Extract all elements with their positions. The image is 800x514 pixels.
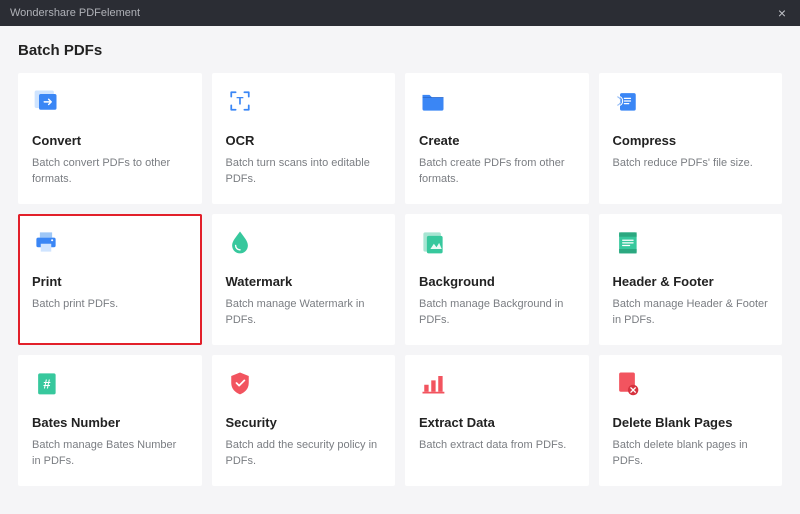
card-title: Convert <box>32 133 188 148</box>
page-title: Batch PDFs <box>18 42 782 59</box>
folder-icon <box>419 87 575 119</box>
droplet-icon <box>226 228 382 260</box>
bates-icon: # <box>32 369 188 401</box>
card-desc: Batch manage Watermark in PDFs. <box>226 297 382 329</box>
page-body: Batch PDFs Convert Batch convert PDFs to… <box>0 26 800 502</box>
titlebar: Wondershare PDFelement × <box>0 0 800 26</box>
header-footer-icon <box>613 228 769 260</box>
card-desc: Batch convert PDFs to other formats. <box>32 156 188 188</box>
card-desc: Batch delete blank pages in PDFs. <box>613 438 769 470</box>
svg-text:T: T <box>236 96 243 108</box>
card-header-footer[interactable]: Header & Footer Batch manage Header & Fo… <box>599 214 783 345</box>
card-desc: Batch manage Header & Footer in PDFs. <box>613 297 769 329</box>
card-convert[interactable]: Convert Batch convert PDFs to other form… <box>18 73 202 204</box>
batch-options-grid: Convert Batch convert PDFs to other form… <box>18 73 782 486</box>
card-title: Watermark <box>226 274 382 289</box>
card-title: Header & Footer <box>613 274 769 289</box>
card-title: Background <box>419 274 575 289</box>
card-title: Extract Data <box>419 415 575 430</box>
svg-text:#: # <box>43 376 51 391</box>
card-ocr[interactable]: T OCR Batch turn scans into editable PDF… <box>212 73 396 204</box>
ocr-icon: T <box>226 87 382 119</box>
delete-page-icon <box>613 369 769 401</box>
background-icon <box>419 228 575 260</box>
card-desc: Batch print PDFs. <box>32 297 188 313</box>
card-background[interactable]: Background Batch manage Background in PD… <box>405 214 589 345</box>
compress-icon <box>613 87 769 119</box>
card-desc: Batch add the security policy in PDFs. <box>226 438 382 470</box>
card-desc: Batch manage Background in PDFs. <box>419 297 575 329</box>
card-title: Bates Number <box>32 415 188 430</box>
app-title: Wondershare PDFelement <box>10 7 140 19</box>
card-desc: Batch create PDFs from other formats. <box>419 156 575 188</box>
card-title: Security <box>226 415 382 430</box>
card-security[interactable]: Security Batch add the security policy i… <box>212 355 396 486</box>
card-title: Compress <box>613 133 769 148</box>
convert-icon <box>32 87 188 119</box>
card-title: Print <box>32 274 188 289</box>
card-desc: Batch extract data from PDFs. <box>419 438 575 454</box>
card-bates[interactable]: # Bates Number Batch manage Bates Number… <box>18 355 202 486</box>
card-title: Create <box>419 133 575 148</box>
card-desc: Batch manage Bates Number in PDFs. <box>32 438 188 470</box>
bar-chart-icon <box>419 369 575 401</box>
card-title: Delete Blank Pages <box>613 415 769 430</box>
card-title: OCR <box>226 133 382 148</box>
card-delete-blank[interactable]: Delete Blank Pages Batch delete blank pa… <box>599 355 783 486</box>
card-desc: Batch turn scans into editable PDFs. <box>226 156 382 188</box>
close-icon[interactable]: × <box>774 6 790 20</box>
card-print[interactable]: Print Batch print PDFs. <box>18 214 202 345</box>
card-create[interactable]: Create Batch create PDFs from other form… <box>405 73 589 204</box>
card-compress[interactable]: Compress Batch reduce PDFs' file size. <box>599 73 783 204</box>
printer-icon <box>32 228 188 260</box>
card-desc: Batch reduce PDFs' file size. <box>613 156 769 172</box>
card-extract[interactable]: Extract Data Batch extract data from PDF… <box>405 355 589 486</box>
shield-icon <box>226 369 382 401</box>
card-watermark[interactable]: Watermark Batch manage Watermark in PDFs… <box>212 214 396 345</box>
